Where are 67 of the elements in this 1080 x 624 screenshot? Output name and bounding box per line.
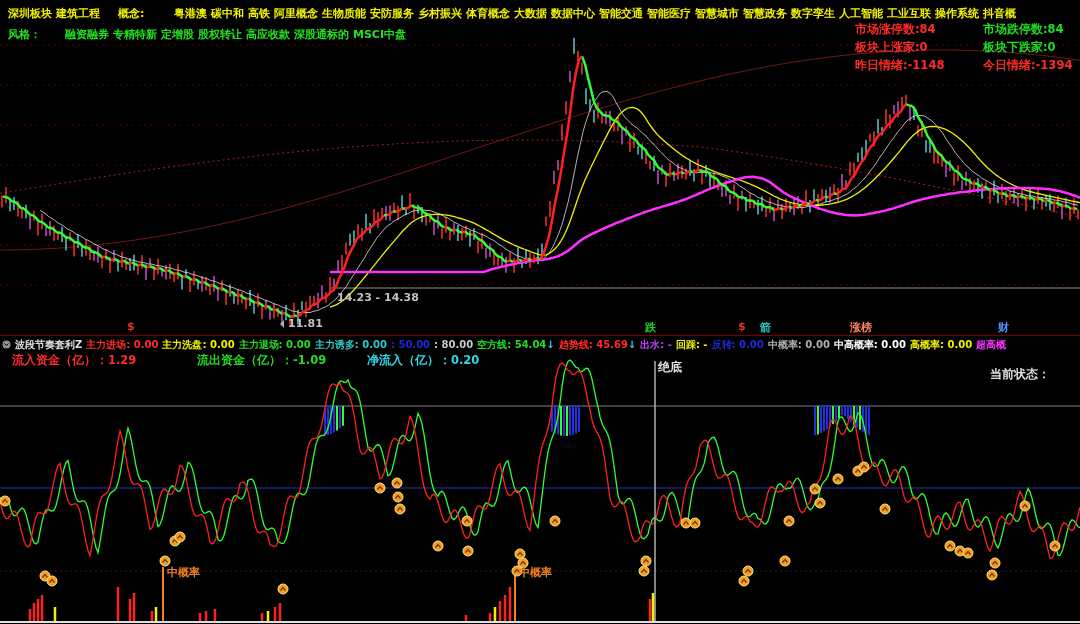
market-stat: 板块上涨家:0 (855, 40, 929, 55)
concept-tag: 大数据 (514, 6, 548, 21)
style-tag: 股权转让 (198, 27, 242, 42)
marker-line (162, 566, 164, 622)
fund-flow-label: 流入资金（亿）：1.29 (12, 353, 137, 368)
concept-tag: 阿里概念 (274, 6, 319, 21)
concept-tag: 工业互联 (887, 6, 932, 21)
concept-label: 概念: (118, 6, 145, 21)
market-stat: 板块下跌家:0 (983, 40, 1057, 55)
indicator-value: 趋势线: 45.69↓ (558, 337, 637, 352)
probability-label: 中概率 (167, 565, 200, 580)
pointer-icon (280, 320, 284, 328)
concept-tag: 智慧城市 (695, 6, 740, 21)
market-stat: 市场跌停数:84 (983, 22, 1065, 37)
fund-flow-label: 流出资金（亿）：-1.09 (197, 353, 327, 368)
concept-tag: 体育概念 (466, 6, 511, 21)
concept-tag: 智慧政务 (743, 6, 788, 21)
concept-tag: 数字孪生 (791, 6, 836, 21)
concept-tag: 操作系统 (935, 6, 980, 21)
style-tag: 高应收款 (246, 27, 290, 42)
style-tag: 深股通标的 (294, 27, 349, 42)
market-stat: 今日情绪:-1394 (983, 58, 1073, 73)
concept-tag: 智能医疗 (647, 6, 692, 21)
concept-tag: 智能交通 (599, 6, 644, 21)
industry-label: 建筑工程 (56, 6, 100, 21)
indicator-value: : 80.00 (434, 339, 474, 350)
indicator-value: 主力退场: 0.00 (238, 337, 311, 352)
indicator-value: 中高概率: 0.00 (833, 337, 907, 352)
concept-tag: 抖音概 (983, 6, 1017, 21)
indicator-title: 波段节奏套利Z (15, 337, 83, 352)
indicator-value: 中概率: 0.00 (767, 337, 830, 352)
concept-tag: 安防服务 (370, 6, 415, 21)
concept-tag: 数据中心 (551, 6, 596, 21)
market-stat: 昨日情绪:-1148 (855, 58, 946, 73)
fund-flow-label: 净流入（亿）：0.20 (367, 353, 480, 368)
concept-tag: 人工智能 (839, 6, 884, 21)
indicator-value: 出水: - (640, 337, 672, 352)
style-label: 风格： (8, 27, 41, 42)
style-tag: MSCI中盘 (353, 27, 407, 42)
concept-tag: 碳中和 (211, 6, 245, 21)
indicator-value: 空方线: 54.04↓ (477, 337, 555, 352)
concept-tag: 乡村振兴 (418, 6, 463, 21)
signal-mark: 箭 (760, 320, 771, 335)
indicator-value: 回踩: - (675, 337, 708, 352)
concept-tag: 生物质能 (322, 6, 367, 21)
collapse-icon[interactable] (2, 340, 11, 349)
indicator-value: 主力诱多: 0.00 (314, 337, 387, 352)
signal-mark: $ (738, 320, 746, 333)
indicator-value: 主力进场: 0.00 (86, 337, 159, 352)
concept-tag: 粤港澳 (174, 6, 208, 21)
indicator-value: : 50.00 (390, 339, 431, 350)
indicator-value: 反转: 0.00 (711, 337, 764, 352)
market-stat: 市场涨停数:84 (855, 22, 937, 37)
style-tag: 定增股 (161, 27, 194, 42)
signal-label: 绝底 (658, 359, 682, 376)
style-tag: 融资融券 (65, 27, 109, 42)
indicator-value: 主力洗盘: 0.00 (162, 337, 235, 352)
indicator-value: 超高概 (976, 337, 1007, 352)
signal-mark: 跌 (645, 320, 656, 335)
concept-tag: 高铁 (248, 6, 271, 21)
status-label: 当前状态： (990, 366, 1050, 383)
board-label: 深圳板块 (8, 6, 52, 21)
indicator-value: 高概率: 0.00 (910, 337, 973, 352)
style-tag: 专精特新 (113, 27, 157, 42)
signal-mark: 涨榜 (850, 320, 872, 335)
signal-mark: $ (127, 320, 135, 333)
signal-mark: 财 (998, 320, 1009, 335)
